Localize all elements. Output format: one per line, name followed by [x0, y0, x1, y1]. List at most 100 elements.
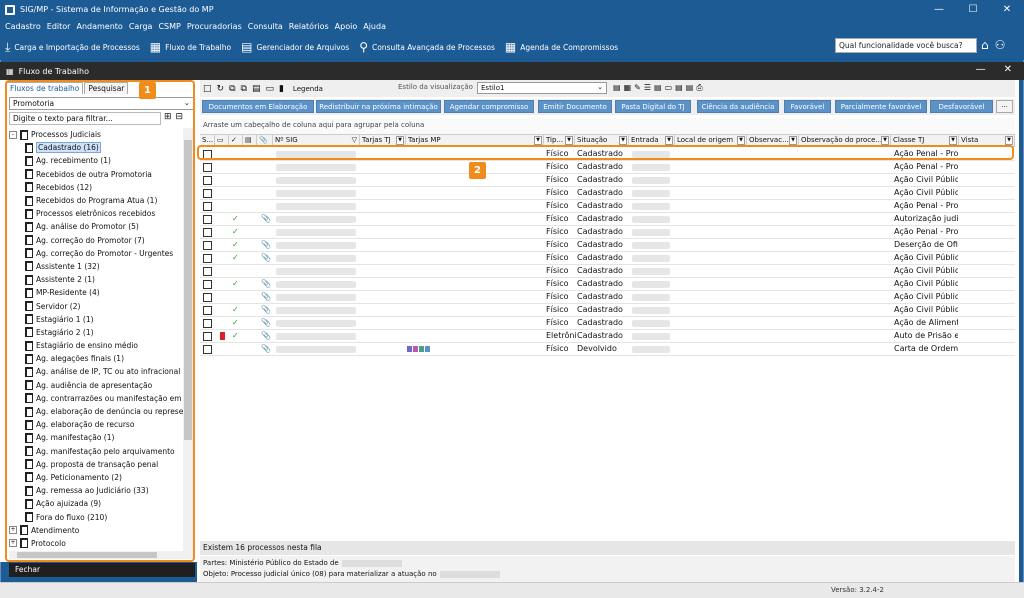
- row-checkbox[interactable]: [203, 293, 212, 302]
- menu-procuradorias[interactable]: Procuradorias: [187, 22, 242, 31]
- table-row[interactable]: ✓ 📎 Físico Cadastrado Deserção de Ofic: [200, 239, 1015, 252]
- grid-icon[interactable]: ▦: [624, 83, 632, 93]
- folder-icon[interactable]: ▭: [665, 83, 673, 93]
- row-checkbox[interactable]: [203, 267, 212, 276]
- row-checkbox[interactable]: [203, 306, 212, 315]
- row-checkbox[interactable]: [203, 280, 212, 289]
- menu-ajuda[interactable]: Ajuda: [363, 22, 386, 31]
- col-label: Tip...: [546, 136, 564, 144]
- edit-icon[interactable]: ✎: [634, 83, 641, 93]
- menu-consulta[interactable]: Consulta: [248, 22, 283, 31]
- print-icon[interactable]: ⎙: [696, 83, 702, 93]
- favoravel-button[interactable]: Favorável: [784, 100, 831, 113]
- maximize-icon[interactable]: ☐: [956, 0, 990, 19]
- grid-toolbar: □ ↻ ⧉ ⧉ ▤ ▭ ▮ Legenda Estilo da visualiz…: [200, 80, 1015, 97]
- table-row[interactable]: ✓ 📎 Eletrôni Cadastrado Auto de Prisão e: [200, 330, 1015, 343]
- bookmark-icon[interactable]: ▭: [265, 84, 274, 94]
- list-icon[interactable]: ☰: [644, 83, 651, 93]
- col-label: Vista: [961, 136, 979, 144]
- documentos-elaboracao-button[interactable]: Documentos em Elaboração: [202, 100, 314, 113]
- consulta-avancada-button[interactable]: ⚲ Consulta Avançada de Processos: [359, 40, 495, 54]
- carga-importacao-button[interactable]: ⤓ Carga e Importação de Processos: [5, 40, 140, 55]
- redacted-value: [632, 307, 670, 314]
- table-row[interactable]: ✓ 📎 Físico Cadastrado Ação Civil Pública: [200, 252, 1015, 265]
- row-checkbox[interactable]: [203, 176, 212, 185]
- row-checkbox[interactable]: [203, 215, 212, 224]
- row-checkbox[interactable]: [203, 163, 212, 172]
- panel-header: ▦ Fluxo de Trabalho — ✕: [0, 62, 1024, 80]
- toolbar-label: Consulta Avançada de Processos: [371, 42, 495, 52]
- table-row[interactable]: Físico Cadastrado Ação Penal - Pro: [200, 200, 1015, 213]
- duplicate-icon[interactable]: ⧉: [241, 84, 247, 94]
- close-button[interactable]: Fechar: [9, 563, 195, 577]
- cell-classe: Ação Civil Pública: [894, 188, 958, 197]
- minimize-icon[interactable]: —: [922, 0, 956, 19]
- row-checkbox[interactable]: [203, 345, 212, 354]
- feature-search-input[interactable]: Qual funcionalidade você busca?: [835, 38, 977, 53]
- ciencia-audiencia-button[interactable]: Ciência da audiência: [697, 100, 779, 113]
- export-icon[interactable]: ▤: [686, 83, 694, 93]
- save-icon[interactable]: ▤: [613, 83, 621, 93]
- menu-csmp[interactable]: CSMP: [158, 22, 180, 31]
- menu-carga[interactable]: Carga: [129, 22, 153, 31]
- cell-situacao: Cadastrado: [577, 227, 623, 236]
- partes-label: Partes: Ministério Público do Estado de: [203, 559, 339, 567]
- table-row[interactable]: ✓ 📎 Físico Cadastrado Ação de Alimento: [200, 317, 1015, 330]
- cell-situacao: Cadastrado: [577, 162, 623, 171]
- row-checkbox[interactable]: [203, 241, 212, 250]
- document-icon[interactable]: ▤: [654, 83, 662, 93]
- check-icon: ✓: [232, 279, 239, 288]
- redistribuir-button[interactable]: Redistribuir na próxima intimação: [316, 100, 441, 113]
- paste-icon[interactable]: ▤: [252, 84, 261, 94]
- pasta-digital-button[interactable]: Pasta Digital do TJ: [615, 100, 691, 113]
- objeto-line: Objeto: Processo judicial único (08) par…: [203, 569, 1012, 580]
- table-row[interactable]: ✓ Físico Cadastrado Ação Penal - Pro: [200, 226, 1015, 239]
- row-checkbox[interactable]: [203, 202, 212, 211]
- row-checkbox[interactable]: [203, 319, 212, 328]
- row-checkbox[interactable]: [203, 332, 212, 341]
- parcialmente-favoravel-button[interactable]: Parcialmente favorável: [835, 100, 927, 113]
- table-row[interactable]: Físico Cadastrado Ação Civil Pública: [200, 187, 1015, 200]
- style-select[interactable]: Estilo1 ⌄: [477, 82, 607, 94]
- agenda-compromissos-button[interactable]: ▦ Agenda de Compromissos: [505, 40, 618, 54]
- table-row[interactable]: Físico Cadastrado Ação Civil Pública: [200, 174, 1015, 187]
- panel-close-icon[interactable]: ✕: [1004, 64, 1012, 75]
- group-by-hint[interactable]: Arraste um cabeçalho de coluna aqui para…: [200, 118, 1015, 134]
- row-checkbox[interactable]: [203, 189, 212, 198]
- filter-icon: ▽: [351, 136, 357, 144]
- legend-icon[interactable]: ▮: [279, 84, 284, 94]
- legend-label[interactable]: Legenda: [293, 85, 323, 93]
- export-icon[interactable]: ▤: [675, 83, 683, 93]
- objeto-label: Objeto: Processo judicial único (08) par…: [203, 570, 437, 578]
- table-row[interactable]: ✓ 📎 Físico Cadastrado Ação Civil Pública: [200, 278, 1015, 291]
- fluxo-trabalho-button[interactable]: ▦ Fluxo de Trabalho: [150, 40, 231, 54]
- bottom-bar: Versão: 3.2.4-2: [0, 582, 1024, 598]
- redacted-value: [632, 177, 670, 184]
- users-icon[interactable]: ⚇: [995, 38, 1006, 52]
- more-button[interactable]: ...: [996, 100, 1013, 113]
- table-row[interactable]: 📎 Físico Cadastrado Ação Civil Pública: [200, 291, 1015, 304]
- desfavoravel-button[interactable]: Desfavorável: [930, 100, 993, 113]
- row-checkbox[interactable]: [203, 228, 212, 237]
- table-row[interactable]: 📎 Físico Devolvido Carta de Ordem: [200, 343, 1015, 356]
- close-icon[interactable]: ✕: [990, 0, 1024, 19]
- gerenciador-arquivos-button[interactable]: ▤ Gerenciador de Arquivos: [241, 40, 349, 54]
- emitir-documento-button[interactable]: Emitir Documento: [538, 100, 612, 113]
- menu-relatorios[interactable]: Relatórios: [289, 22, 329, 31]
- menu-cadastro[interactable]: Cadastro: [5, 22, 41, 31]
- new-doc-icon[interactable]: □: [203, 84, 212, 94]
- menu-andamento[interactable]: Andamento: [76, 22, 122, 31]
- menu-apoio[interactable]: Apoio: [335, 22, 358, 31]
- refresh-icon[interactable]: ↻: [217, 84, 225, 94]
- row-checkbox[interactable]: [203, 254, 212, 263]
- table-row[interactable]: Físico Cadastrado Ação Civil Pública: [200, 265, 1015, 278]
- home-icon[interactable]: ⌂: [981, 38, 989, 52]
- agendar-compromisso-button[interactable]: Agendar compromisso: [444, 100, 534, 113]
- panel-minimize-icon[interactable]: —: [976, 64, 986, 75]
- table-row[interactable]: ✓ 📎 Físico Cadastrado Ação Civil Pública: [200, 304, 1015, 317]
- table-row[interactable]: Físico Cadastrado Ação Penal - Pro: [200, 161, 1015, 174]
- copy-icon[interactable]: ⧉: [229, 84, 235, 94]
- menu-editor[interactable]: Editor: [47, 22, 71, 31]
- cell-classe: Ação Civil Pública: [894, 279, 958, 288]
- table-row[interactable]: ✓ 📎 Físico Cadastrado Autorização judic: [200, 213, 1015, 226]
